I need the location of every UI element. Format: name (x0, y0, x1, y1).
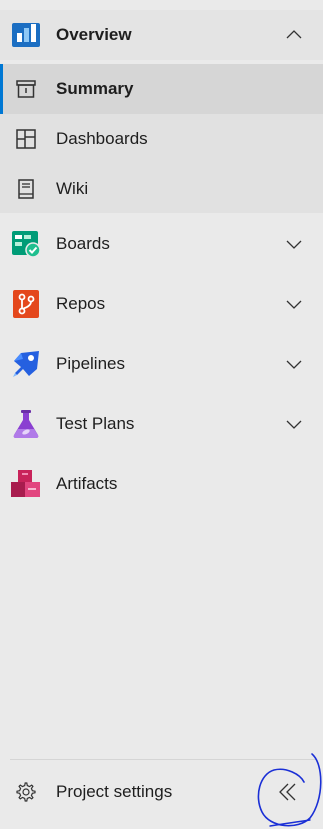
nav-item-boards[interactable]: Boards (0, 219, 323, 269)
repos-icon (11, 289, 41, 319)
wiki-icon (14, 177, 38, 201)
nav-item-overview[interactable]: Overview (0, 10, 323, 60)
nav-item-repos[interactable]: Repos (0, 279, 323, 329)
overview-icon (11, 20, 41, 50)
chevron-up-icon[interactable] (285, 26, 303, 44)
nav-item-wiki[interactable]: Wiki (0, 164, 323, 213)
dashboards-icon (14, 127, 38, 151)
nav-item-test-plans[interactable]: Test Plans (0, 399, 323, 449)
chevron-down-icon[interactable] (285, 235, 303, 253)
collapse-nav-button[interactable] (268, 772, 308, 812)
nav-item-label: Repos (56, 294, 106, 313)
artifacts-icon (11, 469, 41, 499)
nav-item-label: Summary (56, 79, 134, 98)
nav-item-pipelines[interactable]: Pipelines (0, 339, 323, 389)
nav-item-label: Overview (56, 25, 132, 44)
footer-divider (10, 759, 317, 760)
gear-icon (14, 780, 38, 804)
chevron-down-icon[interactable] (285, 355, 303, 373)
nav-item-label: Test Plans (56, 414, 135, 433)
pipelines-icon (11, 349, 41, 379)
boards-icon (11, 229, 41, 259)
chevron-down-icon[interactable] (285, 415, 303, 433)
nav-item-label: Dashboards (56, 129, 148, 148)
summary-icon (14, 77, 38, 101)
nav-item-label: Wiki (56, 178, 89, 198)
chevron-down-icon[interactable] (285, 295, 303, 313)
project-settings-label: Project settings (56, 782, 173, 801)
nav-item-artifacts[interactable]: Artifacts (0, 459, 323, 509)
nav-item-label: Artifacts (56, 474, 118, 493)
nav-item-label: Pipelines (56, 354, 125, 373)
test-plans-icon (11, 409, 41, 439)
nav-item-label: Boards (56, 234, 110, 253)
project-nav-sidebar: Overview Summary Dashboards Wiki Boards … (0, 0, 323, 829)
nav-item-summary[interactable]: Summary (0, 64, 323, 114)
nav-item-dashboards[interactable]: Dashboards (0, 114, 323, 164)
double-chevron-left-icon (279, 783, 296, 801)
